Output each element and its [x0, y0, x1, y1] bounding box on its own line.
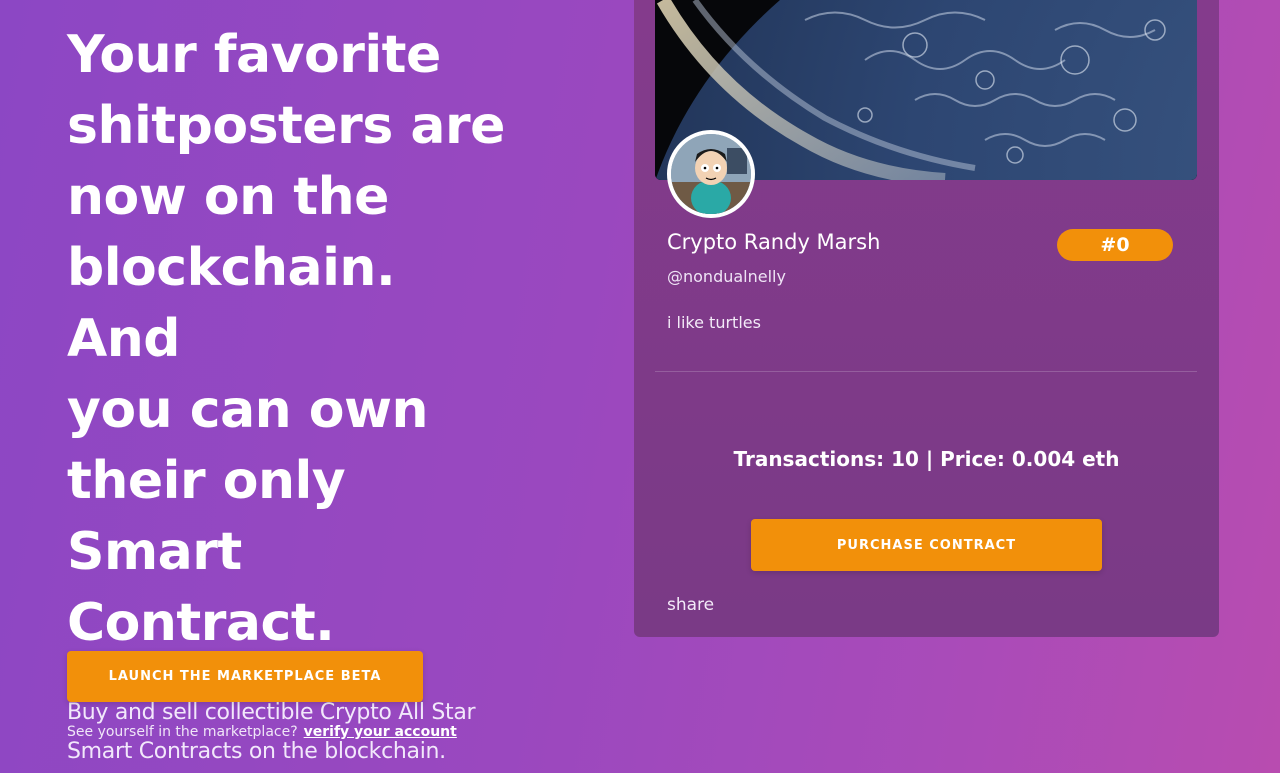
rank-badge: #0 — [1057, 229, 1173, 261]
subhead-line: Buy and sell collectible Crypto All Star — [67, 700, 476, 725]
verify-prompt-text: See yourself in the marketplace? — [67, 724, 298, 740]
avatar — [667, 130, 755, 218]
hero-headline: Your favorite shitposters are now on the… — [67, 20, 507, 659]
headline-line: shitposters are — [67, 96, 505, 156]
headline-line: you can own — [67, 380, 429, 440]
contract-card: Crypto Randy Marsh #0 @nondualnelly i li… — [634, 0, 1219, 637]
headline-line: Contract. — [67, 593, 335, 653]
divider — [655, 371, 1197, 372]
share-link[interactable]: share — [667, 595, 714, 615]
verify-prompt: See yourself in the marketplace? verify y… — [67, 724, 457, 740]
launch-marketplace-button[interactable]: LAUNCH THE MARKETPLACE BETA — [67, 651, 423, 702]
subhead-line: Smart Contracts on the blockchain. — [67, 739, 446, 764]
headline-line: now on the — [67, 167, 389, 227]
purchase-contract-button[interactable]: PURCHASE CONTRACT — [751, 519, 1102, 571]
transaction-price-stats: Transactions: 10 | Price: 0.004 eth — [733, 447, 1120, 471]
card-name: Crypto Randy Marsh — [667, 230, 881, 254]
verify-account-link[interactable]: verify your account — [304, 724, 457, 740]
headline-line: Your favorite — [67, 25, 441, 85]
headline-line: their only Smart — [67, 451, 346, 582]
card-handle: @nondualnelly — [667, 267, 786, 286]
card-bio: i like turtles — [667, 313, 761, 332]
randy-marsh-avatar-image — [671, 134, 751, 214]
headline-line: blockchain. And — [67, 238, 396, 369]
